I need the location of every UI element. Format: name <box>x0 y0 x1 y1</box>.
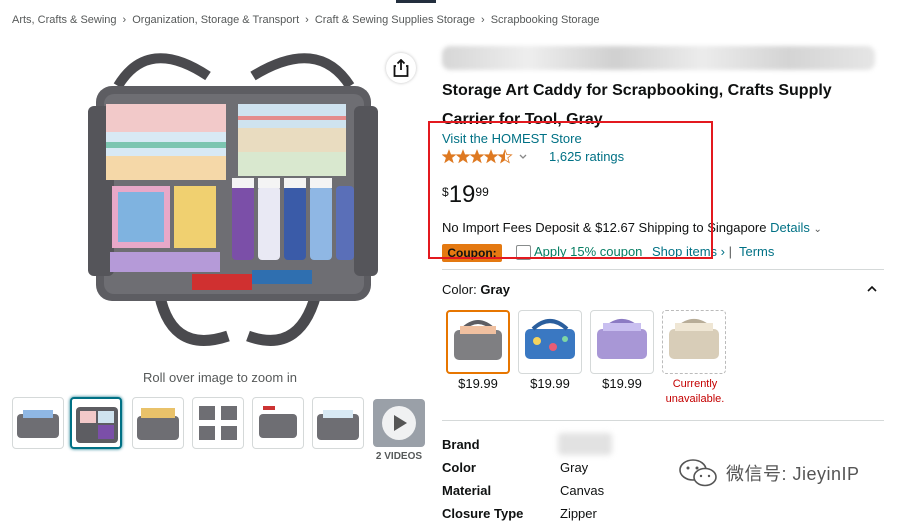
blurred-brand-value <box>558 433 612 455</box>
chevron-down-icon: ⌄ <box>813 224 822 235</box>
thumbnail-image[interactable] <box>252 397 304 449</box>
thumbnail-image[interactable] <box>192 397 244 449</box>
divider <box>442 420 884 421</box>
annotation-highlight-box <box>428 121 713 259</box>
selected-color: Gray <box>480 282 510 297</box>
color-swatch-beige-unavailable[interactable] <box>662 310 726 374</box>
color-swatch-gray[interactable] <box>446 310 510 374</box>
thumbnail-image[interactable] <box>312 397 364 449</box>
color-selection-label: Color: Gray <box>442 282 510 297</box>
zoom-hint: Roll over image to zoom in <box>143 370 297 385</box>
swatch-price: $19.99 <box>458 376 498 391</box>
chevron-up-icon[interactable] <box>866 282 878 300</box>
spec-label-material: Material <box>442 483 492 498</box>
blurred-brand-line <box>442 46 875 70</box>
breadcrumb-separator-icon: › <box>122 14 127 26</box>
spec-label-closure: Closure Type <box>442 506 524 521</box>
thumbnail-image[interactable] <box>12 397 64 449</box>
spec-value-material: Canvas <box>560 483 605 498</box>
swatch-unavailable-text: Currently unavailable. <box>665 378 725 405</box>
watermark-text: 微信号: JieyinIP <box>726 464 860 484</box>
coupon-divider: | <box>728 244 732 259</box>
top-nav-strip <box>396 0 436 3</box>
breadcrumb-item-craft-storage[interactable]: Craft & Sewing Supplies Storage <box>315 14 475 26</box>
breadcrumb-item-scrapbooking-storage[interactable]: Scrapbooking Storage <box>491 14 600 26</box>
breadcrumb-item-arts-crafts[interactable]: Arts, Crafts & Sewing <box>12 14 117 26</box>
breadcrumb-separator-icon: › <box>481 14 485 26</box>
spec-label-brand: Brand <box>442 437 480 452</box>
swatch-price: $19.99 <box>602 376 642 391</box>
breadcrumb-separator-icon: › <box>305 14 309 26</box>
thumbnail-image[interactable] <box>132 397 184 449</box>
spec-value-color: Gray <box>560 460 589 475</box>
breadcrumb: Arts, Crafts & Sewing › Organization, St… <box>12 12 600 28</box>
coupon-terms-link[interactable]: Terms <box>739 244 774 259</box>
thumbnail-image-selected[interactable] <box>70 397 122 449</box>
share-button[interactable] <box>386 53 416 83</box>
share-icon <box>393 59 409 77</box>
wechat-icon <box>679 459 717 487</box>
swatch-price: $19.99 <box>530 376 570 391</box>
spec-value-closure: Zipper <box>560 506 597 521</box>
color-swatch-blue-pattern[interactable] <box>518 310 582 374</box>
breadcrumb-item-organization[interactable]: Organization, Storage & Transport <box>132 14 299 26</box>
video-thumbnail[interactable] <box>371 397 427 449</box>
details-link[interactable]: Details ⌄ <box>770 220 822 235</box>
color-swatch-purple[interactable] <box>590 310 654 374</box>
divider <box>442 269 884 270</box>
spec-label-color: Color <box>442 460 476 475</box>
main-product-image[interactable] <box>88 46 378 364</box>
videos-count-label: 2 VIDEOS <box>375 451 423 462</box>
wechat-watermark: 微信号: JieyinIP <box>678 458 860 488</box>
